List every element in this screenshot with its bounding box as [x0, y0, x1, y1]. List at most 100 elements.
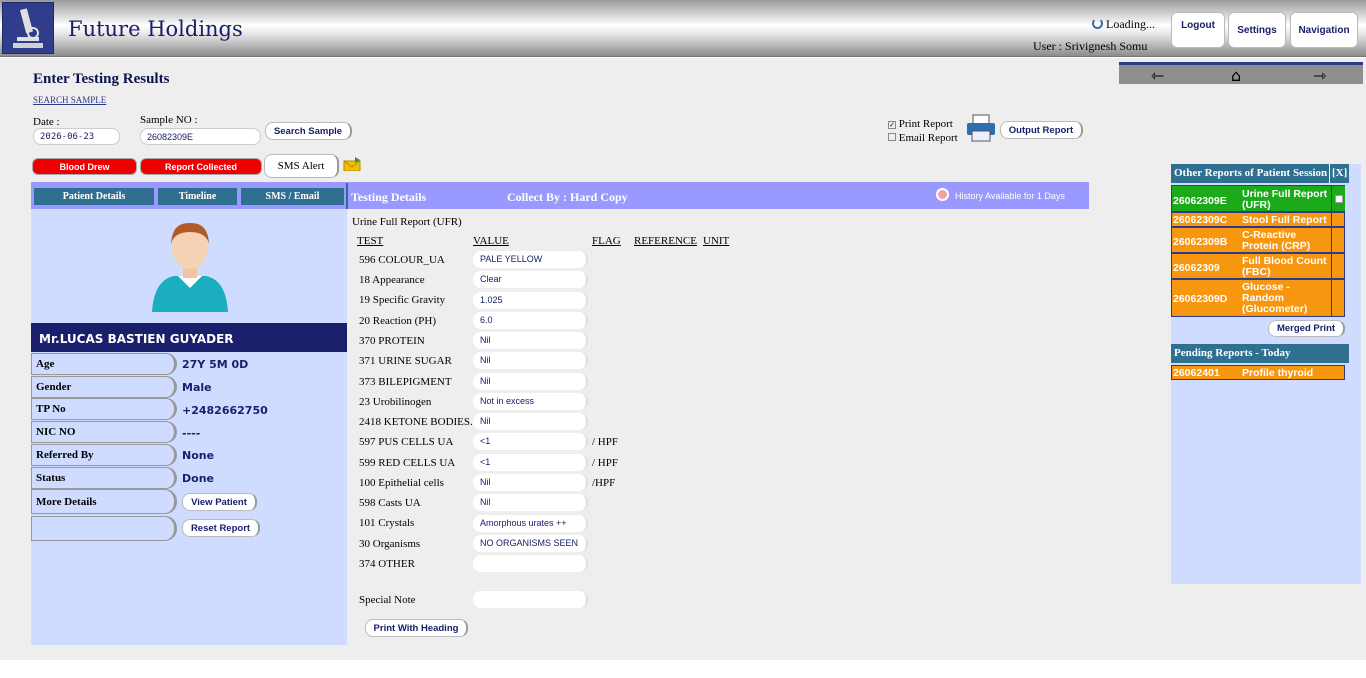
col-unit: UNIT	[703, 235, 730, 247]
view-patient-button[interactable]: View Patient	[182, 493, 257, 511]
tab-sms-email[interactable]: SMS / Email	[241, 188, 344, 205]
referred-by-label: Referred By	[31, 444, 177, 466]
patient-name: Mr.LUCAS BASTIEN GUYADER	[31, 323, 347, 352]
test-value-input[interactable]: PALE YELLOW	[473, 251, 588, 268]
report-checkbox[interactable]	[1331, 254, 1345, 278]
test-name: 20 Reaction (PH)	[359, 315, 436, 327]
test-value-input[interactable]: Nil	[473, 373, 588, 390]
page-title: Enter Testing Results	[33, 71, 170, 87]
report-collected-button[interactable]: Report Collected	[140, 158, 262, 175]
print-report-option[interactable]: ✓ Print Report	[888, 118, 953, 130]
test-value-input[interactable]: Not in excess	[473, 393, 588, 410]
test-unit: / HPF	[592, 436, 618, 448]
close-panel-button[interactable]: [X]	[1329, 164, 1349, 183]
test-value-input[interactable]: Nil	[473, 494, 588, 511]
report-id: 26062309B	[1173, 236, 1228, 248]
status-value: Done	[182, 472, 214, 485]
test-value-input[interactable]: Nil	[473, 332, 588, 349]
tp-no-value: +2482662750	[182, 404, 268, 417]
test-value-input[interactable]: <1	[473, 433, 588, 450]
merged-print-button[interactable]: Merged Print	[1268, 320, 1345, 337]
test-value-input[interactable]	[473, 555, 588, 572]
age-value: 27Y 5M 0D	[182, 358, 249, 371]
tab-patient-details[interactable]: Patient Details	[34, 188, 154, 205]
spinner-icon	[1092, 18, 1103, 29]
reset-report-button[interactable]: Reset Report	[182, 519, 260, 537]
report-checkbox[interactable]	[1331, 228, 1345, 252]
logout-button[interactable]: Logout	[1171, 12, 1225, 48]
blood-drew-button[interactable]: Blood Drew	[32, 158, 137, 175]
test-value-input[interactable]: Amorphous urates ++	[473, 515, 588, 532]
test-name: 598 Casts UA	[359, 497, 421, 509]
sample-no-label: Sample NO :	[140, 114, 198, 126]
referred-by-value: None	[182, 449, 215, 462]
test-value-input[interactable]: <1	[473, 454, 588, 471]
collect-by-label: Collect By : Hard Copy	[507, 190, 628, 204]
test-name: 18 Appearance	[359, 274, 425, 286]
tab-divider	[346, 183, 348, 209]
report-row[interactable]: 26062309 Full Blood Count (FBC)	[1171, 253, 1345, 279]
col-reference: REFERENCE	[634, 235, 697, 247]
home-icon[interactable]: ⌂	[1231, 66, 1241, 85]
report-checkbox[interactable]	[1331, 213, 1345, 226]
special-note-label: Special Note	[359, 594, 416, 606]
test-name: 599 RED CELLS UA	[359, 457, 456, 469]
navigation-button[interactable]: Navigation	[1290, 12, 1358, 48]
tab-testing-details[interactable]: Testing Details	[351, 190, 426, 205]
settings-button[interactable]: Settings	[1228, 12, 1286, 48]
loading-text: Loading...	[1106, 17, 1155, 31]
report-row[interactable]: 26062309D Glucose - Random (Glucometer)	[1171, 279, 1345, 317]
loading-indicator: Loading...	[1092, 17, 1155, 32]
nav-strip: ⇽ ⌂ ⇾	[1119, 62, 1363, 85]
test-value-input[interactable]: 1.025	[473, 292, 588, 309]
test-name: 370 PROTEIN	[359, 335, 425, 347]
report-checkbox[interactable]	[1331, 280, 1345, 316]
pending-id: 26062401	[1173, 367, 1220, 379]
output-report-button[interactable]: Output Report	[1000, 121, 1083, 139]
search-sample-link[interactable]: SEARCH SAMPLE	[33, 95, 106, 105]
test-name: 101 Crystals	[359, 517, 415, 529]
sample-no-field[interactable]: 26082309E	[140, 128, 261, 145]
test-name: 371 URINE SUGAR	[359, 355, 452, 367]
more-details-label: More Details	[31, 489, 177, 514]
app-title: Future Holdings	[68, 17, 243, 41]
printer-icon[interactable]	[966, 114, 996, 142]
tab-timeline[interactable]: Timeline	[158, 188, 237, 205]
blank-row	[31, 516, 177, 541]
report-row[interactable]: 26062309B C-Reactive Protein (CRP)	[1171, 227, 1345, 253]
test-value-input[interactable]: NO ORGANISMS SEEN	[473, 535, 588, 552]
status-label: Status	[31, 467, 177, 489]
search-sample-button[interactable]: Search Sample	[265, 122, 352, 140]
special-note-input[interactable]	[473, 591, 588, 608]
test-value-input[interactable]: Nil	[473, 352, 588, 369]
back-arrow-icon[interactable]: ⇽	[1151, 66, 1164, 85]
report-id: 26062309	[1173, 262, 1220, 274]
nic-no-label: NIC NO	[31, 421, 177, 443]
email-report-option[interactable]: Email Report	[888, 132, 958, 144]
report-row[interactable]: 26062309C Stool Full Report	[1171, 212, 1345, 227]
test-value-input[interactable]: Clear	[473, 271, 588, 288]
pending-reports-title: Pending Reports - Today	[1171, 344, 1349, 363]
report-checkbox[interactable]	[1331, 186, 1345, 211]
report-id: 26062309C	[1173, 214, 1228, 226]
email-report-checkbox[interactable]	[888, 133, 896, 141]
clock-icon	[936, 188, 949, 201]
forward-arrow-icon[interactable]: ⇾	[1313, 66, 1326, 85]
col-test: TEST	[357, 235, 384, 247]
test-value-input[interactable]: 6.0	[473, 312, 588, 329]
test-name: 597 PUS CELLS UA	[359, 436, 454, 448]
test-name: 2418 KETONE BODIES.	[359, 416, 473, 428]
test-value-input[interactable]: Nil	[473, 413, 588, 430]
pending-row[interactable]: 26062401 Profile thyroid	[1171, 365, 1345, 380]
print-with-heading-button[interactable]: Print With Heading	[365, 619, 468, 637]
date-field[interactable]: 2026-06-23	[33, 128, 120, 145]
test-value-input[interactable]: Nil	[473, 474, 588, 491]
microscope-logo-icon	[2, 2, 54, 54]
report-row[interactable]: 26062309E Urine Full Report (UFR)	[1171, 185, 1345, 212]
print-report-checkbox[interactable]: ✓	[888, 121, 896, 129]
test-name: 596 COLOUR_UA	[359, 254, 445, 266]
sms-alert-button[interactable]: SMS Alert	[264, 154, 339, 178]
test-unit: /HPF	[592, 477, 616, 489]
user-label: User : Srivignesh Somu	[1033, 39, 1148, 53]
envelope-icon[interactable]	[343, 157, 361, 172]
